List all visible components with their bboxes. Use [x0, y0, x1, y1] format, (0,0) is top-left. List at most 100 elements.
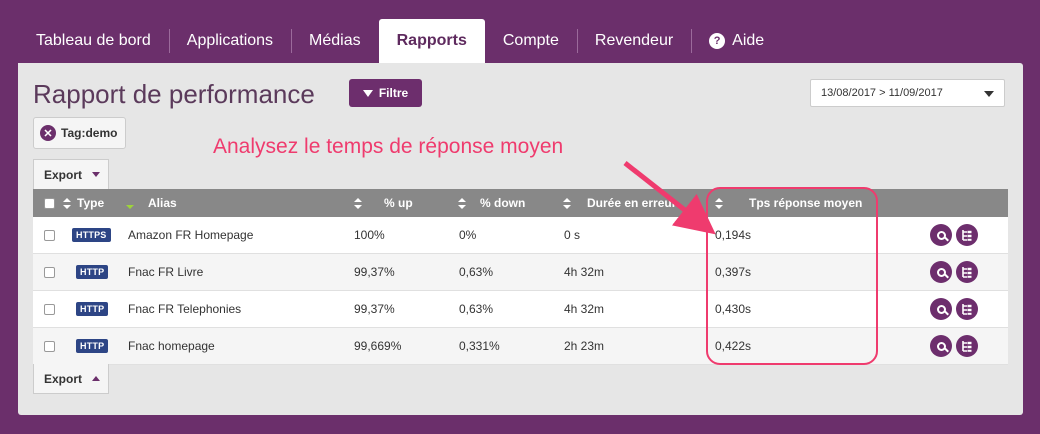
annotation-text: Analysez le temps de réponse moyen [213, 135, 564, 158]
type-badge: HTTP [76, 265, 109, 279]
nav-tab-applications[interactable]: Applications [168, 19, 291, 63]
table-row: HTTP Fnac FR Telephonies 99,37% 0,63% 4h… [33, 291, 1008, 328]
col-header-label: % up [384, 196, 413, 210]
nav-tab-revendeur[interactable]: Revendeur [576, 19, 691, 63]
col-header-down[interactable]: % down [458, 189, 525, 217]
row-checkbox[interactable] [44, 328, 55, 364]
col-header-type[interactable]: Type [63, 189, 104, 217]
checkbox-box [44, 197, 55, 209]
type-badge: HTTP [76, 339, 109, 353]
tree-view-button[interactable] [956, 224, 978, 246]
view-details-button[interactable] [930, 298, 952, 320]
remove-tag-icon[interactable]: ✕ [40, 125, 56, 141]
col-header-up[interactable]: % up [354, 189, 413, 217]
row-down: 0,63% [459, 265, 494, 279]
nav-tab-label: Aide [732, 32, 765, 49]
nav-tab-label: Compte [502, 32, 559, 49]
col-header-duration[interactable]: Durée en erreur [563, 189, 691, 217]
row-checkbox[interactable] [44, 254, 55, 290]
row-type: HTTPS [72, 217, 111, 253]
tag-filter-chip: ✕ Tag:demo [33, 117, 126, 149]
tree-view-button[interactable] [956, 298, 978, 320]
view-details-button[interactable] [930, 335, 952, 357]
tree-icon [962, 230, 972, 241]
sort-asc-icon [126, 198, 134, 209]
nav-tab-tableau-de-bord[interactable]: Tableau de bord [18, 19, 169, 63]
tree-icon [962, 304, 972, 315]
col-header-label: Durée en erreur [587, 196, 677, 210]
type-badge: HTTPS [72, 228, 111, 242]
export-label: Export [44, 371, 83, 386]
row-checkbox[interactable] [44, 217, 55, 253]
nav-tab-aide[interactable]: ? Aide [691, 19, 782, 63]
col-header-label: % down [480, 196, 526, 210]
sort-icon [715, 197, 723, 209]
type-badge: HTTP [76, 302, 109, 316]
page-title: Rapport de performance [33, 79, 315, 109]
checkbox-box [44, 229, 55, 241]
row-alias: Fnac homepage [128, 339, 215, 353]
view-details-button[interactable] [930, 224, 952, 246]
sort-icon [458, 197, 466, 209]
row-duration: 0 s [564, 228, 581, 242]
table-row: HTTPS Amazon FR Homepage 100% 0% 0 s 0,1… [33, 217, 1008, 254]
export-button-top[interactable]: Export [33, 159, 109, 189]
table-body: HTTPS Amazon FR Homepage 100% 0% 0 s 0,1… [33, 217, 1008, 365]
checkbox-box [44, 266, 55, 278]
row-duration: 4h 32m [564, 265, 605, 279]
filter-button[interactable]: Filtre [349, 79, 422, 107]
row-up: 99,669% [354, 339, 402, 353]
row-actions [930, 217, 978, 253]
date-range-select[interactable]: 13/08/2017 > 11/09/2017 [810, 79, 1005, 107]
checkbox-box [44, 340, 55, 352]
table-row: HTTP Fnac homepage 99,669% 0,331% 2h 23m… [33, 328, 1008, 365]
nav-tab-label: Tableau de bord [36, 32, 151, 49]
nav-tab-label: Rapports [396, 32, 467, 49]
col-header-label: Tps réponse moyen [749, 196, 863, 210]
select-all-checkbox[interactable] [44, 189, 55, 217]
col-header-alias[interactable]: Alias [126, 189, 177, 217]
table-header: Type Alias % up % down Durée en erreur T… [33, 189, 1008, 217]
row-alias: Amazon FR Homepage [128, 228, 254, 242]
row-alias: Fnac FR Telephonies [128, 302, 242, 316]
row-up: 99,37% [354, 302, 395, 316]
view-details-button[interactable] [930, 261, 952, 283]
export-label: Export [44, 167, 83, 182]
main-nav: Tableau de bord Applications Médias Rapp… [18, 19, 782, 63]
sort-icon [563, 197, 571, 209]
tree-view-button[interactable] [956, 261, 978, 283]
sort-icon [63, 197, 71, 209]
nav-tab-label: Médias [309, 32, 361, 49]
checkbox-box [44, 303, 55, 315]
row-response: 0,422s [715, 339, 752, 353]
help-icon: ? [709, 33, 726, 49]
nav-tab-compte[interactable]: Compte [485, 19, 577, 63]
row-actions [930, 254, 978, 290]
search-icon [936, 230, 946, 240]
search-icon [936, 304, 946, 314]
nav-tab-medias[interactable]: Médias [291, 19, 379, 63]
row-alias: Fnac FR Livre [128, 265, 204, 279]
col-header-label: Type [77, 196, 105, 210]
row-response: 0,430s [715, 302, 752, 316]
col-header-label: Alias [148, 196, 177, 210]
date-range-value: 13/08/2017 > 11/09/2017 [821, 87, 943, 99]
filter-button-label: Filtre [378, 86, 409, 100]
row-down: 0,63% [459, 302, 494, 316]
export-button-bottom[interactable]: Export [33, 364, 109, 394]
row-type: HTTP [76, 254, 109, 290]
sort-icon [354, 197, 362, 209]
row-type: HTTP [76, 291, 109, 327]
performance-table: Type Alias % up % down Durée en erreur T… [33, 189, 1008, 365]
tag-label: Tag:demo [61, 126, 118, 140]
nav-tab-rapports[interactable]: Rapports [378, 19, 485, 63]
row-down: 0% [459, 228, 477, 242]
row-type: HTTP [76, 328, 109, 364]
row-checkbox[interactable] [44, 291, 55, 327]
tree-view-button[interactable] [956, 335, 978, 357]
tree-icon [962, 341, 972, 352]
caret-up-icon [92, 376, 101, 381]
row-response: 0,194s [715, 228, 752, 242]
chevron-down-icon [984, 91, 994, 97]
col-header-response[interactable]: Tps réponse moyen [715, 189, 862, 217]
